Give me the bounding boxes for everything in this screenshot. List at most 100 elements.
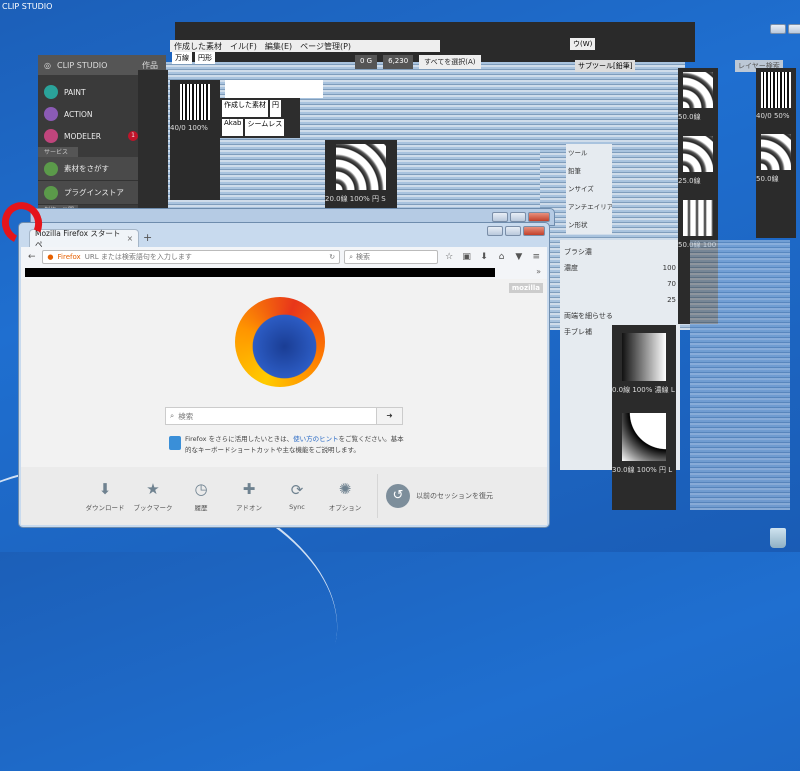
addons-button[interactable]: ✚ アドオン [225,480,273,512]
back-icon[interactable]: ← [25,252,38,262]
subtool-pencil[interactable]: 鉛筆 [568,162,610,180]
hint-pre: Firefox をさらに活用したいときは、 [185,435,294,443]
minimize-button[interactable] [487,226,503,236]
minimize-button[interactable] [492,212,508,222]
label: オプション [328,504,362,512]
recycle-bin-icon[interactable] [770,528,786,548]
value-spinner[interactable]: 70 [564,276,676,292]
history-button[interactable]: ◷ 履歴 [177,480,225,512]
search-input[interactable]: ⌕ 検索 [344,250,439,264]
menu-item[interactable]: 作成した素材 [174,41,222,52]
subtool-panel-title: サブツール[鉛筆] [575,60,636,72]
divider [377,474,378,518]
menu-icon[interactable]: ≡ [530,252,543,262]
menu-page[interactable]: ページ管理(P) [300,41,351,52]
close-button[interactable] [523,226,545,236]
maximize-button[interactable] [510,212,526,222]
label: MODELER [64,131,102,141]
label: 濃度 [564,264,578,272]
tag[interactable]: シームレス [245,119,285,136]
menu-file[interactable]: イル(F) [230,41,257,52]
identity-label: Firefox [57,253,81,261]
checkbox-taper[interactable]: 両端を細らせる [564,308,676,324]
thumbnail-label[interactable]: 40/0 50% [756,112,796,120]
materials-icon [44,161,58,176]
sidebar-header: CLIP STUDIO [56,60,108,70]
store-icon [44,185,58,200]
label: 手ブレ補 [564,328,592,336]
star-icon: ★ [146,480,160,498]
menu-window[interactable]: ウ(W) [570,38,596,50]
thumbnail-label[interactable]: 50.0線 [756,174,796,184]
material-thumbnail[interactable]: 40/0 100% [170,80,220,200]
tips-link[interactable]: 使い方のヒント [293,435,339,443]
paint-icon [44,85,58,99]
downloads-button[interactable]: ⬇ ダウンロード [81,480,129,512]
menu-edit[interactable]: 編集(E) [265,41,292,52]
clock-icon: ◷ [194,480,208,498]
close-tab-icon[interactable]: × [127,234,133,243]
thumbnail-label[interactable]: 25.0線 [678,176,718,186]
sync-button[interactable]: ⟳ Sync [273,481,321,511]
points-balance: 6,230 [383,55,414,69]
search-placeholder: 検索 [178,411,194,421]
redacted-bookmarks [25,268,495,277]
firefox-logo [235,297,325,387]
menu-select-all[interactable]: すべてを選択(A) [419,55,481,69]
material-thumbnail[interactable]: 20.0線 100% 円 S [325,140,397,212]
pocket-icon[interactable]: ▼ [512,252,525,262]
label: ダウンロード [85,504,125,512]
tag[interactable]: 作成した素材 [222,100,268,117]
action-icon [44,107,58,121]
new-tab-button[interactable]: + [143,231,152,244]
notification-badge: 1 [128,131,138,141]
value-spinner[interactable]: 100 [663,260,676,276]
close-button[interactable] [528,212,550,222]
firefox-identity-icon: ● [47,253,54,261]
tag[interactable]: 万線 [172,52,192,64]
window-title: CLIP STUDIO [2,2,53,11]
minimize-button[interactable] [770,24,786,34]
tool-panel-label: ツール [568,149,588,157]
thumbnail-label[interactable]: 30.0線 100% 円 L [612,465,676,475]
chevron-more-icon[interactable]: » [536,267,541,276]
label: 履歴 [194,504,208,512]
label: アドオン [236,504,262,512]
clip-studio-logo-icon: ◎ [44,60,51,70]
options-button[interactable]: ✺ オプション [321,480,369,512]
window-controls [770,24,800,34]
restore-session-button[interactable]: ↺ 以前のセッションを復元 [386,484,493,508]
reload-icon[interactable]: ↻ [329,253,335,261]
maximize-button[interactable] [505,226,521,236]
tab-start-page[interactable]: Mozilla Firefox スタートペ × [29,229,139,249]
page-search-input[interactable]: ⌕ 検索 ➜ [165,407,403,425]
subtool-property-list: ツール 鉛筆 ンサイズ アンチエイリアス ン形状 [566,144,612,234]
clipboard-icon[interactable]: ▣ [460,252,473,262]
tag[interactable]: Akab [222,119,244,136]
tab-works[interactable]: 作品 [142,60,158,71]
section-label: サービス [38,147,78,157]
gear-icon: ✺ [338,480,352,498]
url-placeholder: URL または検索語句を入力します [84,253,192,261]
search-go-button[interactable]: ➜ [376,408,402,424]
url-bar[interactable]: ● Firefox URL または検索語句を入力します ↻ [42,250,341,264]
thumbnail-label[interactable]: 0.0線 100% 濃線 L [612,385,676,395]
tag-panel: 作成した素材 円 Akab シームレス [220,98,300,138]
search-box[interactable] [225,80,323,98]
tag[interactable]: 円 [270,100,281,117]
start-page: mozilla ⌕ 検索 ➜ Firefox をさらに活用したいときは、使い方のヒン… [21,279,547,467]
home-icon[interactable]: ⌂ [495,252,508,262]
downloads-icon[interactable]: ⬇ [477,252,490,262]
firefox-window: Mozilla Firefox スタートペ × + ← ● Firefox URL ま… [18,222,550,528]
tag[interactable]: 円形 [195,52,215,64]
bookmarks-toolbar: » [21,267,547,279]
value-spinner[interactable]: 25 [564,292,676,308]
bookmarks-button[interactable]: ★ ブックマーク [129,480,177,512]
navigation-toolbar: ← ● Firefox URL または検索語句を入力します ↻ ⌕ 検索 ☆ ▣ ⬇ ⌂… [21,247,547,267]
maximize-button[interactable] [788,24,800,34]
bookmark-star-icon[interactable]: ☆ [442,252,455,262]
label: ブラシ濃 [564,248,592,256]
restore-icon: ↺ [386,484,410,508]
thumbnail-label[interactable]: 50.0線 [678,112,718,122]
label: ACTION [64,109,93,119]
